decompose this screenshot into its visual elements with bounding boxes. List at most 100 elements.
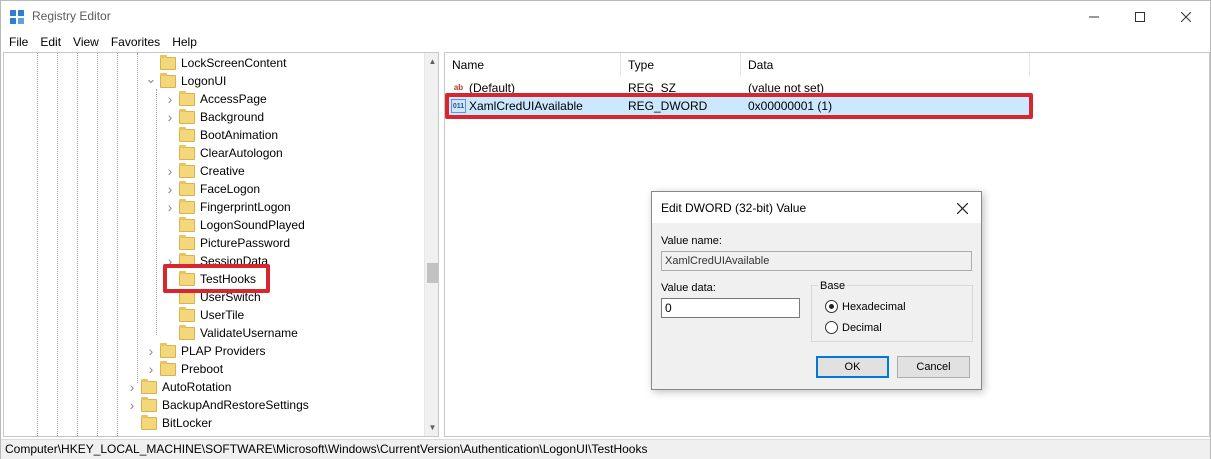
tree-item-plap-providers[interactable]: › PLAP Providers [145, 342, 266, 360]
folder-icon [179, 90, 195, 106]
tree-item-usertile[interactable]: UserTile [164, 306, 244, 324]
expander-placeholder [126, 414, 138, 432]
tree-item-facelogon[interactable]: › FaceLogon [164, 180, 260, 198]
tree-item-label: BackupAndRestoreSettings [162, 398, 309, 412]
chevron-right-icon[interactable]: › [164, 108, 176, 126]
tree-item-autorotation[interactable]: › AutoRotation [126, 378, 231, 396]
decimal-option[interactable]: Decimal [825, 321, 882, 334]
tree-item-fingerprintlogon[interactable]: › FingerprintLogon [164, 198, 291, 216]
tree-item-label: Preboot [181, 362, 224, 376]
close-button[interactable] [1163, 1, 1209, 32]
hexadecimal-option[interactable]: Hexadecimal [825, 300, 906, 313]
tree-item-label: Background [200, 110, 265, 124]
value-data: (value not set) [748, 81, 825, 95]
tree-item-label: AccessPage [200, 92, 267, 106]
chevron-right-icon[interactable]: › [126, 378, 138, 396]
tree-item-testhooks[interactable]: TestHooks [164, 270, 256, 288]
tree-item-bitlocker[interactable]: BitLocker [126, 414, 212, 432]
chevron-right-icon[interactable]: › [164, 180, 176, 198]
registry-tree[interactable]: ▲ ▼ LockScreenContent ⌄ LogonUI › AccessPage… [3, 52, 439, 437]
registry-editor-window: Registry Editor File Edit View Favorites… [0, 0, 1211, 459]
value-row-default[interactable]: ab (Default) REG_SZ (value not set) [445, 79, 1030, 97]
radio-unchecked-icon[interactable] [825, 321, 838, 334]
folder-icon [160, 360, 176, 376]
scrollbar-thumb[interactable] [427, 263, 438, 283]
tree-connector-line [37, 53, 38, 436]
value-name: (Default) [469, 81, 516, 95]
tree-item-accesspage[interactable]: › AccessPage [164, 90, 267, 108]
folder-icon [179, 180, 195, 196]
folder-icon [179, 288, 195, 304]
tree-item-label: Creative [200, 164, 245, 178]
tree-item-lockscreencontent[interactable]: LockScreenContent [145, 54, 286, 72]
tree-item-label: LogonSoundPlayed [200, 218, 305, 232]
tree-item-clearautologon[interactable]: ClearAutologon [164, 144, 283, 162]
tree-item-preboot[interactable]: › Preboot [145, 360, 223, 378]
tree-item-creative[interactable]: › Creative [164, 162, 245, 180]
chevron-right-icon[interactable]: › [164, 252, 176, 270]
tree-item-picturepassword[interactable]: PicturePassword [164, 234, 290, 252]
value-row-xamlcreduiavailable[interactable]: 011 XamlCredUIAvailable REG_DWORD 0x0000… [445, 97, 1030, 115]
column-header-data[interactable]: Data [741, 53, 1030, 77]
chevron-right-icon[interactable]: › [145, 360, 157, 378]
tree-connector-line [117, 53, 118, 436]
scroll-down-icon[interactable]: ▼ [425, 419, 438, 436]
column-header-type[interactable]: Type [621, 53, 741, 77]
tree-scrollbar[interactable]: ▲ ▼ [424, 53, 438, 436]
tree-item-label: BootAnimation [200, 128, 279, 142]
tree-item-logonui[interactable]: ⌄ LogonUI [145, 70, 227, 90]
menu-view[interactable]: View [67, 32, 105, 52]
tree-item-label: PLAP Providers [181, 344, 266, 358]
tree-connector-line [97, 53, 98, 436]
maximize-button[interactable] [1117, 1, 1163, 32]
expander-placeholder [164, 144, 176, 162]
folder-icon [179, 144, 195, 160]
ok-button[interactable]: OK [816, 356, 889, 378]
menu-file[interactable]: File [3, 32, 34, 52]
tree-item-sessiondata[interactable]: › SessionData [164, 252, 268, 270]
tree-item-userswitch[interactable]: UserSwitch [164, 288, 261, 306]
chevron-right-icon[interactable]: › [145, 342, 157, 360]
tree-item-backupandrestoresettings[interactable]: › BackupAndRestoreSettings [126, 396, 309, 414]
chevron-right-icon[interactable]: › [126, 396, 138, 414]
radio-checked-icon[interactable] [825, 300, 838, 313]
tree-connector-line [137, 53, 138, 383]
folder-icon [179, 324, 195, 340]
folder-icon [141, 396, 157, 412]
cancel-button[interactable]: Cancel [897, 356, 970, 378]
chevron-down-icon[interactable]: ⌄ [145, 70, 157, 88]
minimize-button[interactable] [1071, 1, 1117, 32]
folder-icon [179, 252, 195, 268]
expander-placeholder [164, 126, 176, 144]
menu-edit[interactable]: Edit [34, 32, 67, 52]
tree-item-validateusername[interactable]: ValidateUsername [164, 324, 298, 342]
title-bar[interactable]: Registry Editor [1, 1, 1210, 32]
folder-icon [160, 342, 176, 358]
dialog-close-button[interactable] [950, 196, 974, 220]
value-data-input[interactable]: 0 [661, 298, 800, 318]
folder-icon [179, 306, 195, 322]
folder-icon [179, 126, 195, 142]
tree-item-logonsoundplayed[interactable]: LogonSoundPlayed [164, 216, 305, 234]
folder-icon [141, 414, 157, 430]
tree-item-label: FingerprintLogon [200, 200, 291, 214]
edit-dword-dialog: Edit DWORD (32-bit) Value Value name: Xa… [651, 191, 982, 390]
column-header-name[interactable]: Name [445, 53, 621, 77]
menu-help[interactable]: Help [166, 32, 203, 52]
expander-placeholder [164, 234, 176, 252]
chevron-right-icon[interactable]: › [164, 162, 176, 180]
chevron-right-icon[interactable]: › [164, 198, 176, 216]
folder-icon [179, 162, 195, 178]
tree-item-label: LockScreenContent [181, 56, 287, 70]
menu-favorites[interactable]: Favorites [105, 32, 166, 52]
folder-icon [179, 198, 195, 214]
close-icon [1181, 11, 1191, 22]
tree-item-background[interactable]: › Background [164, 108, 264, 126]
tree-item-label: ClearAutologon [200, 146, 283, 160]
scroll-up-icon[interactable]: ▲ [425, 53, 438, 70]
expander-placeholder [164, 270, 176, 288]
tree-item-bootanimation[interactable]: BootAnimation [164, 126, 278, 144]
dialog-title-bar[interactable]: Edit DWORD (32-bit) Value [652, 192, 981, 223]
chevron-right-icon[interactable]: › [164, 90, 176, 108]
registry-editor-icon [10, 10, 24, 24]
